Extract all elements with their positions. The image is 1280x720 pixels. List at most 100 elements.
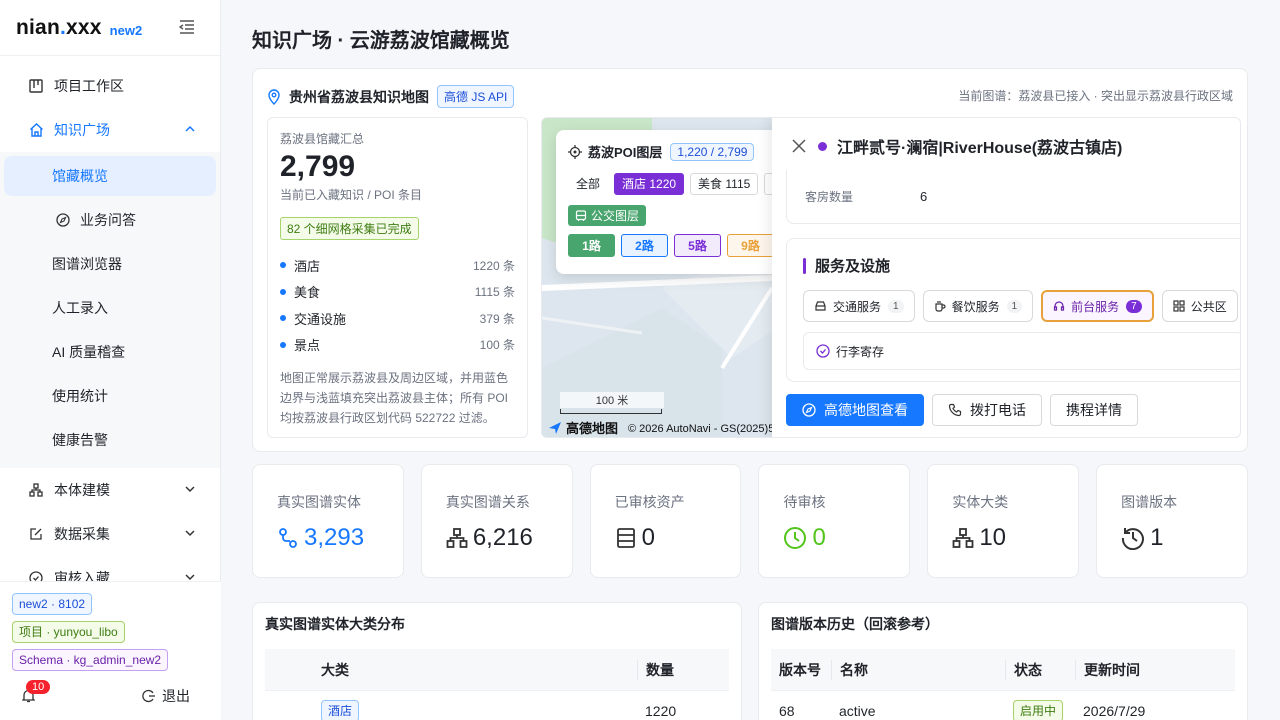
route-9[interactable]: 9路 — [727, 234, 774, 257]
chevron-up-icon — [184, 123, 196, 135]
menu-label: 项目工作区 — [54, 78, 124, 94]
database-icon — [615, 527, 642, 549]
view-in-amap-button[interactable]: 高德地图查看 — [786, 394, 924, 426]
menu-item-collect[interactable]: 数据采集 — [0, 512, 220, 556]
hierarchy-icon — [28, 482, 44, 498]
car-icon — [814, 300, 833, 312]
main-content: 知识广场 · 云游荔波馆藏概览 贵州省荔波县知识地图 高德 JS API 当前图… — [221, 0, 1280, 720]
map-canvas[interactable]: 荔波POI图层 1,220 / 2,799 全部 酒店 1220 美食 1115… — [541, 117, 1241, 438]
menu-item-workspace[interactable]: 项目工作区 — [0, 64, 220, 108]
service-item: 行李寄存 — [803, 332, 1240, 370]
table-header: 大类 数量 — [265, 649, 729, 691]
category-name: 美食 — [294, 285, 321, 301]
submenu-item-ai-audit[interactable]: AI 质量稽查 — [4, 332, 216, 372]
stat-value: 1 — [1150, 524, 1164, 551]
scale-label: 100 米 — [560, 392, 664, 408]
collection-summary: 荔波县馆藏汇总 2,799 当前已入藏知识 / POI 条目 82 个细网格采集… — [267, 117, 528, 438]
stat-card: 已审核资产 0 — [589, 464, 742, 578]
brand: nian.xxx new2 — [0, 0, 220, 56]
version-cell: 68 — [779, 703, 795, 719]
summary-hint: 当前已入藏知识 / POI 条目 — [280, 188, 423, 202]
env-label: new2 — [109, 22, 143, 38]
bullet-icon — [280, 315, 286, 322]
brand-name: nian.xxx — [16, 15, 102, 39]
route-5[interactable]: 5路 — [674, 234, 721, 257]
name-cell: active — [839, 703, 876, 719]
sidebar: nian.xxx new2 项目工作区 知识广场 馆藏概览 业务问答 图谱浏览器… — [0, 0, 221, 720]
submenu-item-qa[interactable]: 业务问答 — [4, 200, 216, 240]
schema-tag: Schema · kg_admin_new2 — [12, 649, 169, 671]
category-value: 1220 条 — [472, 258, 515, 273]
table-header: 版本号 名称 状态 更新时间 — [771, 649, 1235, 691]
stat-value-row: 10 — [952, 524, 1054, 552]
stat-value: 0 — [641, 524, 656, 551]
collapse-sidebar-icon[interactable] — [179, 20, 195, 34]
filter-all[interactable]: 全部 — [568, 173, 608, 195]
poi-color-dot — [818, 141, 827, 151]
chevron-down-icon — [184, 483, 196, 495]
ctrip-details-button[interactable]: 携程详情 — [1050, 394, 1138, 426]
tab-transport[interactable]: 交通服务 1 — [803, 290, 915, 322]
filter-food[interactable]: 美食 1115 — [690, 173, 759, 195]
poi-layer-header: 荔波POI图层 1,220 / 2,799 — [568, 142, 774, 161]
column-header-status: 状态 — [1005, 659, 1075, 680]
amap-logo-icon — [548, 421, 562, 435]
headset-icon — [1053, 300, 1071, 312]
location-pin-icon — [267, 88, 281, 105]
bus-layer-toggle[interactable]: 公交图层 — [568, 205, 647, 226]
sidebar-footer: new2 · 8102 项目 · yunyou_libo Schema · kg… — [0, 581, 221, 720]
submenu-item-manual-entry[interactable]: 人工录入 — [4, 288, 216, 328]
section-accent — [803, 257, 806, 274]
logout-label: 退出 — [162, 688, 190, 704]
menu-item-knowledge[interactable]: 知识广场 — [0, 108, 220, 152]
category-cell: 酒店 — [313, 700, 637, 720]
relation-nodes-icon — [277, 527, 304, 549]
bus-icon — [575, 209, 591, 222]
menu-item-ontology[interactable]: 本体建模 — [0, 468, 220, 512]
edit-icon — [28, 526, 44, 542]
stat-value: 6,216 — [472, 524, 533, 551]
count-cell: 1220 — [645, 703, 677, 719]
phone-icon — [948, 403, 970, 417]
map-panel-header: 贵州省荔波县知识地图 高德 JS API — [267, 85, 515, 108]
stat-value-row: 0 — [783, 524, 885, 552]
home-icon — [28, 122, 44, 138]
stat-label: 待审核 — [783, 494, 826, 510]
detail-actions: 高德地图查看 拨打电话 携程详情 — [786, 394, 1138, 426]
close-icon[interactable] — [792, 139, 806, 153]
card-title: 真实图谱实体大类分布 — [265, 616, 405, 632]
list-item: 交通设施 379 条 — [280, 305, 515, 332]
poi-layer-title: 荔波POI图层 — [588, 145, 663, 160]
grid-icon — [1173, 300, 1191, 312]
list-item: 酒店 1220 条 — [280, 252, 515, 279]
route-1[interactable]: 1路 — [568, 234, 615, 257]
submenu-item-usage-stats[interactable]: 使用统计 — [4, 376, 216, 416]
history-icon — [1121, 526, 1150, 550]
logout-button[interactable]: 退出 — [142, 686, 190, 706]
submenu-item-graph-browser[interactable]: 图谱浏览器 — [4, 244, 216, 284]
rooms-label: 客房数量 — [805, 190, 854, 204]
call-button[interactable]: 拨打电话 — [932, 394, 1042, 426]
stat-label: 图谱版本 — [1121, 494, 1178, 510]
submenu-label: 业务问答 — [80, 212, 136, 228]
filter-hotel[interactable]: 酒店 1220 — [614, 173, 685, 195]
list-item: 景点 100 条 — [280, 332, 515, 359]
bullet-icon — [280, 288, 286, 295]
menu-label: 数据采集 — [54, 526, 110, 542]
submenu-item-overview[interactable]: 馆藏概览 — [4, 156, 216, 196]
route-2[interactable]: 2路 — [621, 234, 668, 257]
stats-row: 真实图谱实体 3,293 真实图谱关系 6,216 已审核资产 0 待审核 0 … — [252, 464, 1248, 578]
stat-value: 0 — [812, 524, 826, 551]
tab-dining[interactable]: 餐饮服务 1 — [922, 290, 1034, 322]
bullet-icon — [280, 341, 286, 348]
tab-count: 1 — [1006, 299, 1023, 313]
category-tag: 酒店 — [321, 700, 360, 720]
submenu-item-health-alerts[interactable]: 健康告警 — [4, 420, 216, 460]
tab-public-area[interactable]: 公共区 — [1161, 290, 1238, 322]
tab-front-desk[interactable]: 前台服务 7 — [1041, 290, 1154, 322]
tab-label: 公共区 — [1190, 299, 1227, 314]
stat-card: 真实图谱实体 3,293 — [252, 464, 404, 578]
check-circle-icon — [816, 344, 836, 358]
compass-icon — [56, 213, 70, 227]
column-header-count: 数量 — [637, 659, 729, 680]
